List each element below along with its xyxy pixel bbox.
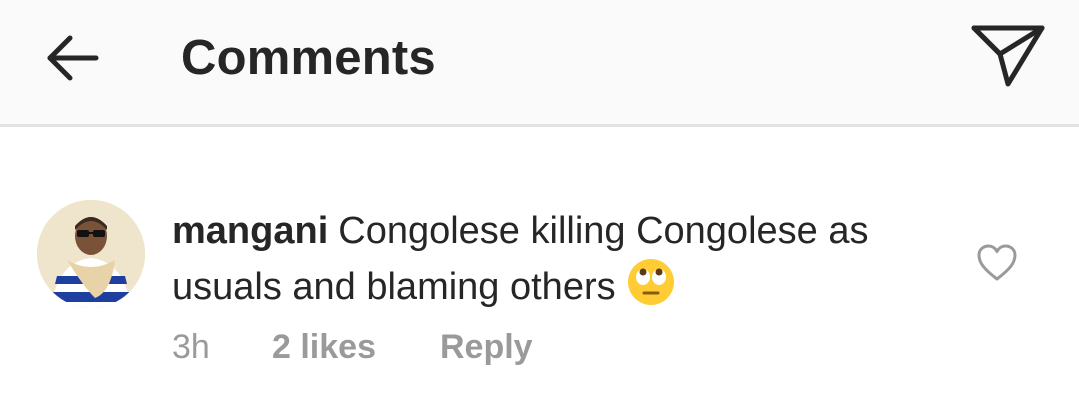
- back-button[interactable]: [40, 26, 104, 90]
- heart-outline-icon: [977, 244, 1017, 281]
- comment-likes-count[interactable]: 2 likes: [272, 325, 376, 369]
- like-button[interactable]: [976, 243, 1018, 283]
- comments-header: Comments: [0, 0, 1079, 127]
- eye-roll-emoji-icon: [626, 257, 676, 307]
- page-title: Comments: [181, 31, 436, 85]
- comment-timestamp: 3h: [172, 328, 210, 366]
- user-avatar[interactable]: [37, 200, 145, 308]
- share-button[interactable]: [966, 20, 1050, 92]
- reply-button[interactable]: Reply: [440, 325, 533, 369]
- paper-plane-icon: [971, 25, 1045, 87]
- comment-username[interactable]: mangani: [172, 210, 328, 252]
- arrow-left-icon: [47, 35, 99, 81]
- comment-body: mangani Congolese killing Congolese as us…: [172, 206, 952, 313]
- avatar-image: [37, 200, 145, 308]
